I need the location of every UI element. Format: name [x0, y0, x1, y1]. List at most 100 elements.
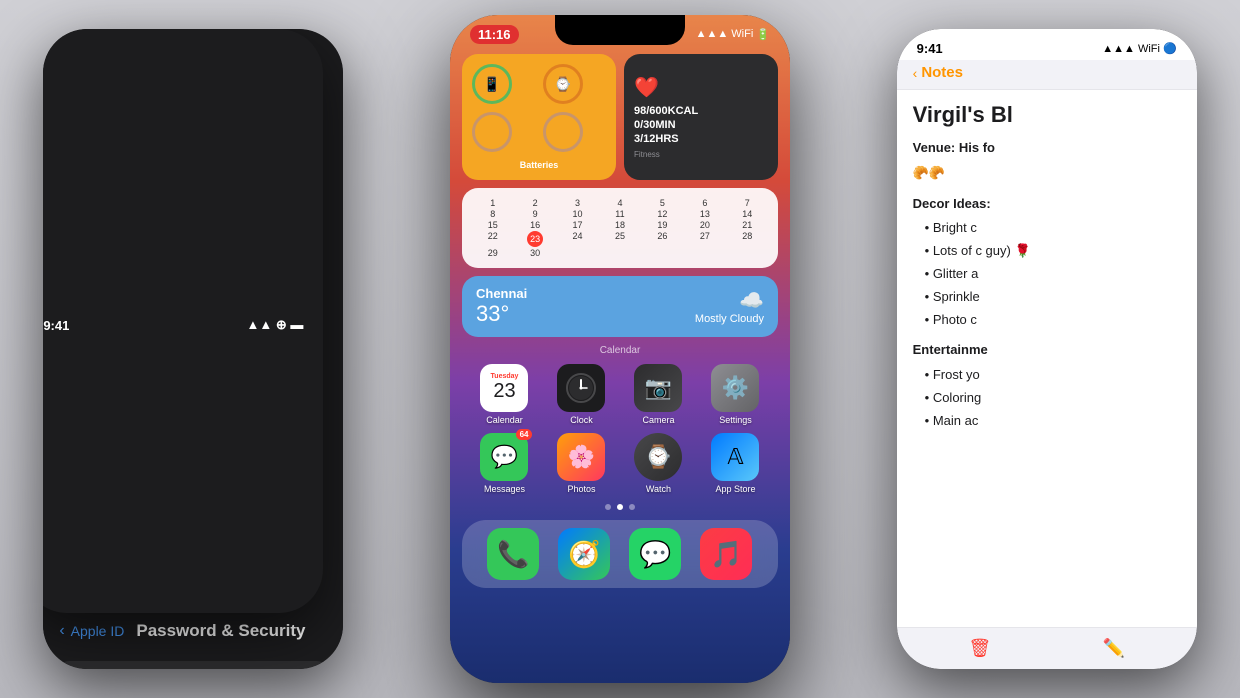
fitness-hrs: 3/12HRS	[634, 132, 768, 146]
calendar-widget[interactable]: 1234567 891011121314 15161718192021 2223…	[462, 188, 778, 268]
today-date: 23	[527, 231, 543, 247]
batteries-widget-label: Batteries	[472, 160, 606, 170]
app-icon-settings[interactable]: ⚙️ Settings	[705, 364, 765, 425]
weather-widget[interactable]: Chennai 33° ☁️ Mostly Cloudy	[462, 276, 778, 337]
watch-app-icon: ⌚	[634, 433, 682, 481]
decor-item-3: • Glitter a	[913, 264, 1181, 285]
fitness-widget-label: Fitness	[634, 150, 768, 159]
dock-whatsapp-icon[interactable]: 💬	[629, 528, 681, 580]
messages-app-icon: 💬 64	[480, 433, 528, 481]
delete-icon[interactable]: 🗑	[968, 638, 991, 659]
entertainment-item-1: • Frost yo	[913, 365, 1181, 386]
battery-iphone-icon: 📱	[472, 64, 512, 104]
page-title: Password & Security	[136, 621, 305, 641]
phone1-status-icons: ▲▲ ⊕ ▬	[246, 317, 303, 333]
compose-icon[interactable]: ✏️	[1103, 638, 1125, 659]
dock: 📞 🧭 💬 🎵	[462, 520, 778, 588]
weather-condition: ☁️ Mostly Cloudy	[695, 288, 764, 325]
app-icon-clock[interactable]: Clock	[551, 364, 611, 425]
camera-app-label: Camera	[642, 415, 674, 425]
decor-item-5: • Photo c	[913, 310, 1181, 331]
change-password-row[interactable]: Change Password ↻	[59, 661, 327, 669]
photos-app-label: Photos	[567, 484, 595, 494]
entertainment-item-2: • Coloring	[913, 388, 1181, 409]
app-icon-photos[interactable]: 🌸 Photos	[551, 433, 611, 494]
app-row-2: 💬 64 Messages 🌸 Photos ⌚ Watch 𝔸	[450, 429, 790, 498]
dock-phone-icon[interactable]: 📞	[487, 528, 539, 580]
app-icon-camera[interactable]: 📷 Camera	[628, 364, 688, 425]
watch-app-label: Watch	[646, 484, 671, 494]
decor-item-4: • Sprinkle	[913, 287, 1181, 308]
clock-app-icon	[557, 364, 605, 412]
weather-temp: 33°	[476, 301, 527, 327]
phone1-screen: 9:41 ▲▲ ⊕ ▬ ‹ Apple ID Password & Securi…	[43, 29, 343, 669]
clock-app-label: Clock	[570, 415, 593, 425]
phone3-toolbar: 🗑 ✏️	[897, 627, 1197, 669]
app-row-1: Tuesday 23 Calendar	[450, 360, 790, 429]
dock-safari-icon[interactable]: 🧭	[558, 528, 610, 580]
calendar-strip-label: Calendar	[600, 345, 641, 356]
phone2-screen: 11:16 ▲▲▲ WiFi 🔋 📱 ⌚ Batteries	[450, 15, 790, 683]
battery-empty-2	[543, 112, 583, 152]
scene: 9:41 ▲▲ ⊕ ▬ ‹ Apple ID Password & Securi…	[0, 0, 1240, 698]
camera-app-icon: 📷	[634, 364, 682, 412]
entertainment-item-3: • Main ac	[913, 411, 1181, 432]
messages-badge: 64	[516, 429, 533, 440]
decor-item-1: • Bright c	[913, 218, 1181, 239]
venue-emoji: 🥐🥐	[913, 163, 1181, 184]
page-dot-1	[605, 504, 611, 510]
back-label[interactable]: Apple ID	[71, 623, 125, 639]
note-title: Virgil's Bl	[913, 102, 1181, 128]
fitness-widget[interactable]: ❤️ 98/600KCAL 0/30MIN 3/12HRS Fitness	[624, 54, 778, 180]
weather-condition-text: Mostly Cloudy	[695, 313, 764, 325]
phone3-status-bar: 9:41 ▲▲▲ WiFi 🔵	[897, 29, 1197, 60]
phone1-content: Change Password ↻ SIGN IN WITH APPLE App…	[43, 653, 343, 669]
phone3-status-icons: ▲▲▲ WiFi 🔵	[1102, 42, 1176, 55]
calendar-strip: Calendar	[462, 345, 778, 356]
phone3-time: 9:41	[917, 41, 943, 56]
app-icon-calendar[interactable]: Tuesday 23 Calendar	[474, 364, 534, 425]
page-dots	[450, 498, 790, 516]
page-dot-3	[629, 504, 635, 510]
photos-app-icon: 🌸	[557, 433, 605, 481]
weather-city: Chennai	[476, 286, 527, 301]
settings-app-icon: ⚙️	[711, 364, 759, 412]
battery-empty-1	[472, 112, 512, 152]
phone2-time: 11:16	[470, 25, 519, 44]
phone1-password-security: 9:41 ▲▲ ⊕ ▬ ‹ Apple ID Password & Securi…	[43, 29, 343, 669]
app-icon-appstore[interactable]: 𝔸 App Store	[705, 433, 765, 494]
app-icon-watch[interactable]: ⌚ Watch	[628, 433, 688, 494]
appstore-app-icon: 𝔸	[711, 433, 759, 481]
phone1-status-bar: 9:41 ▲▲ ⊕ ▬	[43, 29, 323, 613]
phone3-screen: 9:41 ▲▲▲ WiFi 🔵 ‹ Notes Virgil's Bl Venu…	[897, 29, 1197, 669]
phone1-time: 9:41	[43, 318, 69, 333]
notes-back-arrow: ‹	[913, 65, 918, 81]
fitness-stats: 98/600KCAL 0/30MIN 3/12HRS	[634, 104, 768, 147]
appstore-app-label: App Store	[715, 484, 755, 494]
decor-ideas-label: Decor Ideas:	[913, 194, 1181, 215]
calendar-app-label: Calendar	[486, 415, 523, 425]
decor-item-2: • Lots of c guy) 🌹	[913, 241, 1181, 262]
phone1-nav: ‹ Apple ID Password & Security	[43, 613, 343, 653]
dock-music-icon[interactable]: 🎵	[700, 528, 752, 580]
messages-app-label: Messages	[484, 484, 525, 494]
phone2-homescreen: 11:16 ▲▲▲ WiFi 🔋 📱 ⌚ Batteries	[450, 15, 790, 683]
notch	[555, 15, 685, 45]
weather-info: Chennai 33°	[476, 286, 527, 327]
phone3-notes: 9:41 ▲▲▲ WiFi 🔵 ‹ Notes Virgil's Bl Venu…	[897, 29, 1197, 669]
fitness-mins: 0/30MIN	[634, 118, 768, 132]
battery-watch-icon: ⌚	[543, 64, 583, 104]
notes-back-label[interactable]: Notes	[921, 64, 963, 81]
fitness-icon: ❤️	[634, 75, 768, 100]
batteries-widget[interactable]: 📱 ⌚ Batteries	[462, 54, 616, 180]
settings-app-label: Settings	[719, 415, 752, 425]
widgets-area: 📱 ⌚ Batteries ❤️ 98/600KCAL 0/30MIN 3/12…	[450, 46, 790, 188]
entertainment-label: Entertainme	[913, 340, 1181, 361]
calendar-app-icon: Tuesday 23	[480, 364, 528, 412]
phone2-status-icons: ▲▲▲ WiFi 🔋	[696, 28, 770, 41]
notes-body: Venue: His fo 🥐🥐 Decor Ideas: • Bright c…	[913, 138, 1181, 432]
app-icon-messages[interactable]: 💬 64 Messages	[474, 433, 534, 494]
phone3-content: Virgil's Bl Venue: His fo 🥐🥐 Decor Ideas…	[897, 90, 1197, 627]
weather-icon: ☁️	[695, 288, 764, 313]
phone3-nav: ‹ Notes	[897, 60, 1197, 90]
